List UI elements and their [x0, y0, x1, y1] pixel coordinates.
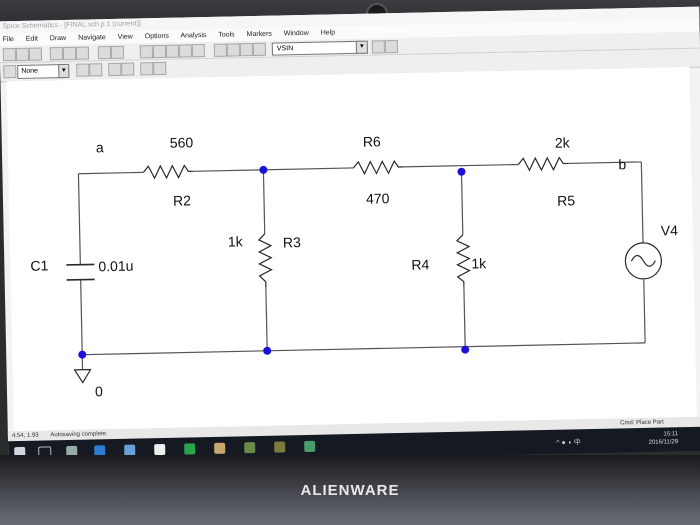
menu-file[interactable]: File [3, 36, 14, 43]
menu-window[interactable]: Window [284, 30, 309, 38]
voltage-source-v4[interactable] [624, 242, 662, 280]
ground-symbol[interactable] [73, 368, 92, 384]
menu-options[interactable]: Options [145, 33, 169, 41]
current-marker-icon[interactable] [140, 62, 154, 76]
draw-block-icon[interactable] [239, 43, 254, 57]
junction-dot [259, 165, 268, 174]
junction-dot [263, 346, 272, 355]
app-icon[interactable] [244, 442, 256, 454]
menu-navigate[interactable]: Navigate [78, 34, 106, 42]
resistor-r2[interactable] [142, 164, 194, 180]
junction-dot [457, 167, 466, 176]
v4-name: V4 [661, 222, 679, 238]
menu-help[interactable]: Help [321, 29, 336, 36]
zoom-area-icon[interactable] [178, 44, 193, 58]
r3-name: R3 [283, 234, 301, 250]
screen: Spice Schematics - [FINAL.sch p.1 (curre… [0, 6, 700, 466]
open-icon[interactable] [15, 47, 30, 61]
clock[interactable]: 15:11 2016/11/29 [648, 430, 679, 447]
node-label-a: a [96, 139, 104, 155]
resistor-r6[interactable] [352, 159, 404, 176]
zoom-out-icon[interactable] [165, 44, 180, 58]
chevron-down-icon[interactable]: ▼ [355, 40, 368, 54]
part-selector[interactable]: VSIN [271, 40, 366, 56]
c1-name: C1 [30, 257, 48, 273]
app-icon[interactable] [214, 442, 226, 454]
layer-icon[interactable] [3, 64, 17, 79]
copy-icon[interactable] [62, 46, 77, 61]
menu-markers[interactable]: Markers [247, 31, 272, 39]
bias-marker-icon[interactable] [153, 61, 167, 76]
chevron-down-icon[interactable]: ▼ [58, 63, 70, 79]
pspice-icon[interactable] [274, 441, 286, 453]
cut-icon[interactable] [49, 47, 64, 61]
undo-icon[interactable] [97, 46, 112, 60]
brand-logo: ALIENWARE [300, 482, 400, 499]
r5-name: R5 [557, 192, 575, 208]
ime-indicator[interactable]: 中 [574, 439, 581, 446]
r4-name: R4 [411, 256, 429, 272]
node-label-ground: 0 [95, 383, 103, 399]
draw-wire-icon[interactable] [213, 43, 228, 57]
node-label-b: b [618, 156, 626, 172]
capacitor-c1[interactable] [66, 263, 95, 281]
file-explorer-icon[interactable] [154, 443, 166, 456]
menu-edit[interactable]: Edit [26, 36, 38, 43]
get-part-icon[interactable] [252, 42, 267, 57]
schematics-icon[interactable] [304, 440, 316, 453]
menu-draw[interactable]: Draw [50, 35, 66, 42]
paste-icon[interactable] [75, 46, 90, 60]
menu-tools[interactable]: Tools [218, 31, 234, 38]
junctions [78, 165, 470, 359]
menu-analysis[interactable]: Analysis [180, 32, 206, 40]
sim-setup-icon[interactable] [89, 63, 103, 77]
zoom-fit-icon[interactable] [191, 44, 206, 58]
cursor-coordinates: 4.54, 1.93 [11, 432, 39, 440]
resistor-r3[interactable] [257, 233, 273, 288]
pointer-icon[interactable] [139, 45, 154, 59]
junction-dot [78, 350, 87, 359]
chevron-up-icon[interactable]: ^ [556, 440, 559, 447]
schematic-canvas[interactable]: a 560 R2 R6 470 2k R5 b 1k R3 R4 1k V4 C… [6, 66, 697, 432]
draw-bus-icon[interactable] [226, 43, 241, 57]
volume-icon[interactable]: ◖ [568, 439, 572, 446]
diff-marker-icon[interactable] [121, 62, 135, 76]
setup-icon[interactable] [76, 63, 90, 77]
status-message: Autosaving complete. [50, 431, 108, 439]
zoom-in-icon[interactable] [152, 44, 167, 59]
resistor-r5[interactable] [517, 156, 569, 172]
simulate-icon[interactable] [371, 40, 385, 54]
chrome-icon[interactable] [184, 443, 196, 455]
menu-view[interactable]: View [118, 34, 133, 41]
r5-value: 2k [555, 134, 571, 150]
r2-value: 560 [170, 134, 194, 150]
clock-date: 2016/11/29 [648, 439, 679, 446]
network-icon[interactable]: ● [561, 440, 565, 447]
r2-name: R2 [173, 192, 191, 208]
r3-value: 1k [228, 233, 244, 249]
probe-icon[interactable] [384, 39, 398, 54]
redo-icon[interactable] [110, 45, 125, 60]
r6-value: 470 [366, 190, 390, 206]
resistor-r4[interactable] [455, 234, 471, 287]
r6-name: R6 [363, 133, 381, 149]
c1-value: 0.01u [98, 258, 133, 275]
system-tray[interactable]: ^ ● ◖ 中 [556, 437, 581, 448]
new-icon[interactable] [2, 47, 17, 62]
save-icon[interactable] [28, 47, 43, 61]
voltage-marker-icon[interactable] [108, 62, 122, 77]
r4-value: 1k [471, 255, 487, 271]
